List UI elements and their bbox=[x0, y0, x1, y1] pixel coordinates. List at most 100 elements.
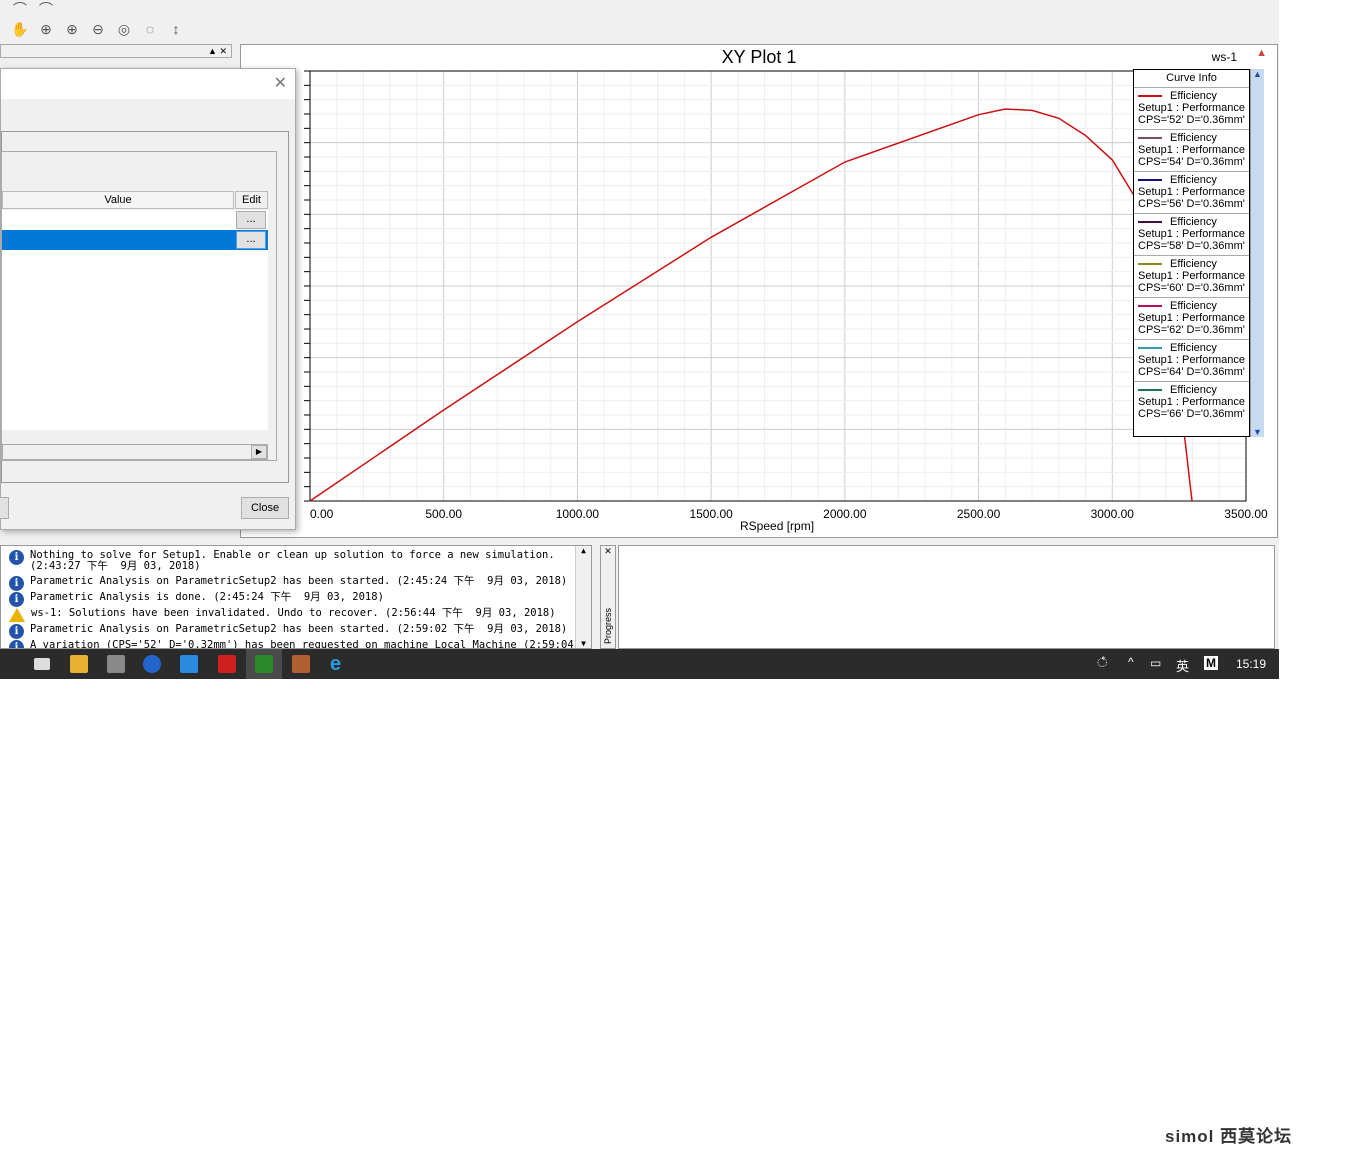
log-message[interactable]: i A variation (CPS='52' D='0.32mm') has b… bbox=[1, 639, 591, 649]
legend-swatch bbox=[1138, 95, 1162, 98]
horizontal-scrollbar[interactable]: ▶ bbox=[2, 444, 268, 460]
log-message[interactable]: ws-1: Solutions have been invalidated. U… bbox=[1, 608, 591, 624]
message-log: i Nothing to solve for Setup1. Enable or … bbox=[0, 545, 592, 649]
log-text: A variation (CPS='52' D='0.32mm') has be… bbox=[30, 639, 591, 649]
log-text: Nothing to solve for Setup1. Enable or c… bbox=[30, 549, 555, 572]
legend-label: Efficiency bbox=[1170, 90, 1217, 102]
x-tick-label: 500.00 bbox=[425, 507, 462, 521]
image-app-icon[interactable] bbox=[292, 655, 310, 673]
legend-setup: Setup1 : Performance bbox=[1138, 102, 1246, 114]
log-text: Parametric Analysis on ParametricSetup2 … bbox=[30, 623, 568, 635]
table-row-selected[interactable]: ... bbox=[2, 230, 268, 250]
log-message[interactable]: i Parametric Analysis is done. (2:45:24 下… bbox=[1, 592, 591, 608]
ansys-icon bbox=[255, 655, 273, 673]
info-icon: i bbox=[9, 624, 24, 639]
scroll-up-icon[interactable]: ▲ bbox=[1251, 69, 1264, 79]
close-button[interactable]: Close bbox=[241, 497, 289, 519]
legend-setup: Setup1 : Performance bbox=[1138, 186, 1246, 198]
ime-mode[interactable]: M bbox=[1204, 656, 1218, 670]
legend-item[interactable]: Efficiency Setup1 : Performance CPS='58' D… bbox=[1134, 213, 1249, 255]
edit-ellipsis-button[interactable]: ... bbox=[236, 231, 266, 249]
x-tick-label: 1500.00 bbox=[689, 507, 733, 521]
browser-icon[interactable] bbox=[143, 655, 161, 673]
series-line bbox=[309, 108, 1193, 502]
scroll-down-icon[interactable]: ▼ bbox=[1251, 427, 1264, 437]
legend-item[interactable]: Efficiency Setup1 : Performance CPS='54' D… bbox=[1134, 129, 1249, 171]
legend-swatch bbox=[1138, 179, 1162, 182]
legend-variation: CPS='54' D='0.36mm' bbox=[1138, 156, 1245, 168]
clock[interactable]: 15:19 bbox=[1236, 657, 1266, 671]
legend-label: Efficiency bbox=[1170, 258, 1217, 270]
legend-setup: Setup1 : Performance bbox=[1138, 396, 1246, 408]
legend-item[interactable]: Efficiency Setup1 : Performance CPS='64' D… bbox=[1134, 339, 1249, 381]
log-text: Parametric Analysis is done. (2:45:24 下午… bbox=[30, 591, 384, 603]
close-icon[interactable]: ✕ bbox=[601, 546, 615, 557]
table-row[interactable]: ... bbox=[2, 210, 268, 230]
x-tick-label: 3500.00 bbox=[1224, 507, 1268, 521]
dialog-close-icon[interactable]: ✕ bbox=[274, 73, 287, 93]
legend-swatch bbox=[1138, 221, 1162, 224]
legend-swatch bbox=[1138, 305, 1162, 308]
legend-swatch bbox=[1138, 389, 1162, 392]
video-app-icon[interactable] bbox=[107, 655, 125, 673]
dialog-left-button[interactable] bbox=[0, 497, 9, 519]
battery-icon[interactable]: ▭ bbox=[1150, 656, 1161, 670]
edge-icon[interactable]: e bbox=[330, 654, 348, 674]
log-message[interactable]: i Parametric Analysis on ParametricSetup2… bbox=[1, 576, 591, 592]
log-text: Parametric Analysis on ParametricSetup2 … bbox=[30, 575, 568, 587]
x-tick-label: 0.00 bbox=[310, 507, 334, 521]
chevron-up-icon[interactable]: ^ bbox=[1128, 655, 1134, 669]
info-icon: i bbox=[9, 576, 24, 591]
log-text: ws-1: Solutions have been invalidated. U… bbox=[31, 607, 556, 619]
ansys-taskbar-item[interactable] bbox=[246, 649, 282, 679]
scroll-right-icon[interactable]: ▶ bbox=[251, 445, 267, 459]
file-explorer-icon[interactable] bbox=[70, 655, 88, 673]
legend-setup: Setup1 : Performance bbox=[1138, 144, 1246, 156]
scroll-down-icon[interactable]: ▼ bbox=[576, 639, 591, 648]
x-tick-label: 2500.00 bbox=[957, 507, 1001, 521]
legend-variation: CPS='56' D='0.36mm' bbox=[1138, 198, 1245, 210]
watermark-logo: simol 西莫论坛 bbox=[1165, 1127, 1293, 1146]
curve-info-legend: Curve Info Efficiency Setup1 : Performanc… bbox=[1133, 69, 1250, 437]
mail-client-icon[interactable] bbox=[218, 655, 236, 673]
edit-ellipsis-button[interactable]: ... bbox=[236, 211, 266, 229]
legend-variation: CPS='66' D='0.36mm' bbox=[1138, 408, 1245, 420]
legend-setup: Setup1 : Performance bbox=[1138, 312, 1246, 324]
progress-panel-tab[interactable]: ✕ Progress bbox=[600, 545, 616, 649]
warning-icon bbox=[9, 608, 25, 622]
log-message[interactable]: i Nothing to solve for Setup1. Enable or … bbox=[1, 550, 591, 576]
ime-indicator[interactable]: 英 bbox=[1176, 656, 1189, 675]
mail-icon[interactable] bbox=[34, 658, 50, 670]
taskbar: e ഀ ^ ▭ 英 M 15:19 bbox=[0, 649, 1279, 679]
log-message[interactable]: i Parametric Analysis on ParametricSetup2… bbox=[1, 624, 591, 640]
legend-swatch bbox=[1138, 347, 1162, 350]
legend-item[interactable]: Efficiency Setup1 : Performance CPS='62' D… bbox=[1134, 297, 1249, 339]
legend-variation: CPS='52' D='0.36mm' bbox=[1138, 114, 1245, 126]
legend-item[interactable]: Efficiency Setup1 : Performance CPS='52' D… bbox=[1134, 87, 1249, 129]
dialog: ✕ Value Edit ... ... ▶ Close bbox=[0, 68, 296, 530]
legend-item[interactable]: Efficiency Setup1 : Performance CPS='56' D… bbox=[1134, 171, 1249, 213]
legend-label: Efficiency bbox=[1170, 174, 1217, 186]
scroll-up-icon[interactable]: ▲ bbox=[576, 546, 591, 555]
legend-variation: CPS='62' D='0.36mm' bbox=[1138, 324, 1245, 336]
legend-setup: Setup1 : Performance bbox=[1138, 270, 1246, 282]
legend-variation: CPS='58' D='0.36mm' bbox=[1138, 240, 1245, 252]
legend-swatch bbox=[1138, 137, 1162, 140]
column-header-edit: Edit bbox=[235, 191, 268, 209]
column-header-value: Value bbox=[2, 191, 234, 209]
legend-label: Efficiency bbox=[1170, 384, 1217, 396]
property-table: Value Edit ... ... ▶ bbox=[1, 151, 277, 461]
legend-setup: Setup1 : Performance bbox=[1138, 228, 1246, 240]
people-icon[interactable]: ഀ bbox=[1097, 655, 1107, 671]
legend-setup: Setup1 : Performance bbox=[1138, 354, 1246, 366]
legend-item[interactable]: Efficiency Setup1 : Performance CPS='60' D… bbox=[1134, 255, 1249, 297]
legend-label: Efficiency bbox=[1170, 300, 1217, 312]
info-icon: i bbox=[9, 592, 24, 607]
x-tick-label: 2000.00 bbox=[823, 507, 867, 521]
legend-item[interactable]: Efficiency Setup1 : Performance CPS='66' D… bbox=[1134, 381, 1249, 423]
x-tick-label: 3000.00 bbox=[1091, 507, 1135, 521]
log-scrollbar[interactable]: ▲ ▼ bbox=[575, 546, 591, 648]
wps-icon[interactable] bbox=[180, 655, 198, 673]
progress-label: Progress bbox=[603, 607, 613, 644]
legend-scrollbar[interactable]: ▲ ▼ bbox=[1250, 69, 1264, 437]
